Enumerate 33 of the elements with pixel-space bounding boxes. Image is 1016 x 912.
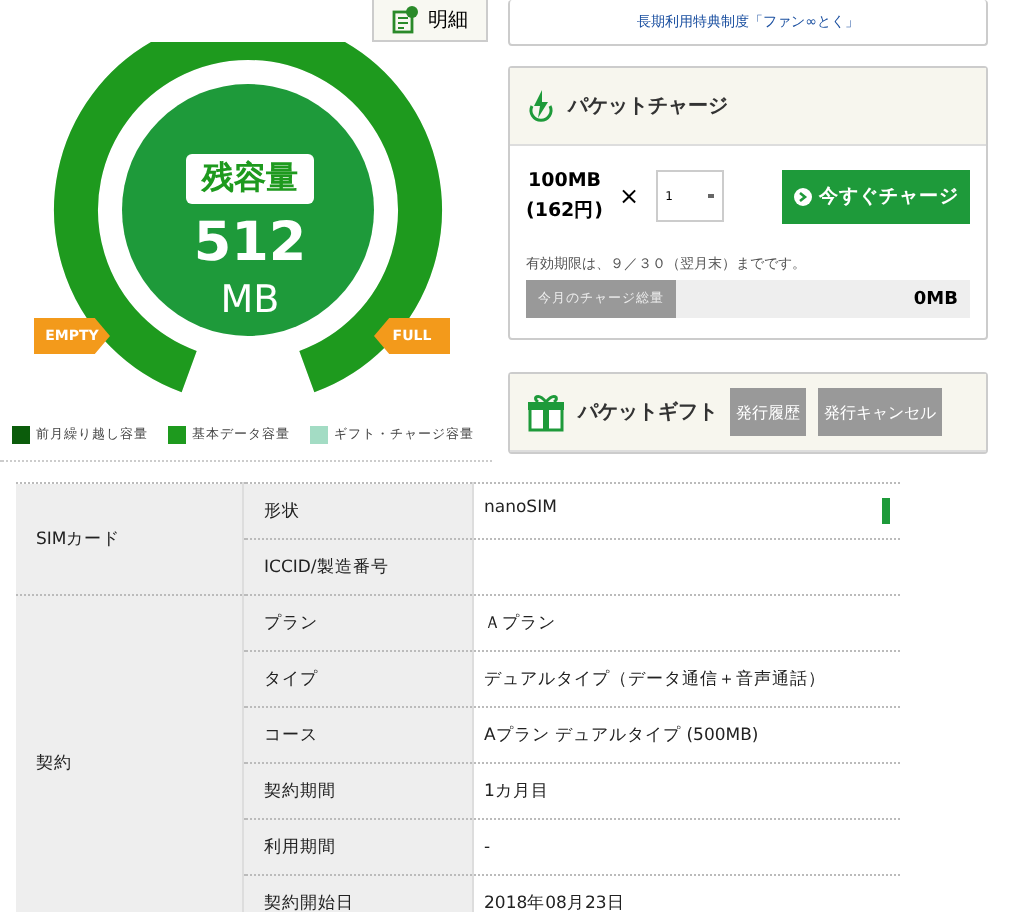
field-label: 契約開始日 bbox=[243, 875, 473, 912]
field-value: Aプラン デュアルタイプ (500MB) bbox=[473, 707, 900, 763]
field-label: 契約期間 bbox=[243, 763, 473, 819]
chevron-circle-icon bbox=[793, 187, 811, 205]
field-value: nanoSIM bbox=[473, 483, 900, 539]
field-label: コース bbox=[243, 707, 473, 763]
field-value: - bbox=[473, 819, 900, 875]
detail-button[interactable]: 明細 bbox=[372, 0, 488, 42]
document-check-icon bbox=[392, 6, 418, 34]
gift-title: パケットギフト bbox=[578, 399, 718, 426]
field-value: Ａプラン bbox=[473, 595, 900, 651]
charge-price: (162円) bbox=[526, 198, 604, 226]
remaining-value: 512 bbox=[193, 212, 307, 274]
group-header: SIMカード bbox=[16, 483, 243, 595]
field-value: 2018年08月23日 bbox=[473, 875, 900, 912]
field-label: プラン bbox=[243, 595, 473, 651]
lightning-icon bbox=[526, 89, 556, 123]
group-header: 契約 bbox=[16, 595, 243, 912]
charge-amount: 100MB bbox=[526, 168, 604, 196]
charge-title: パケットチャージ bbox=[568, 94, 728, 120]
remaining-unit: MB bbox=[220, 278, 280, 322]
field-value: デュアルタイプ（データ通信＋音声通話） bbox=[473, 651, 900, 707]
field-label: 形状 bbox=[243, 483, 473, 539]
remaining-label: 残容量 bbox=[186, 154, 314, 204]
gift-icon bbox=[526, 392, 566, 432]
meter-mark bbox=[882, 498, 890, 524]
charge-now-button[interactable]: 今すぐチャージ bbox=[782, 169, 970, 223]
field-label: タイプ bbox=[243, 651, 473, 707]
times-sign: × bbox=[619, 182, 640, 210]
charge-total-value: 0MB bbox=[913, 289, 960, 309]
field-label: ICCID/製造番号 bbox=[243, 539, 473, 595]
field-label: 利用期間 bbox=[243, 819, 473, 875]
field-value: 1カ月目 bbox=[473, 763, 900, 819]
